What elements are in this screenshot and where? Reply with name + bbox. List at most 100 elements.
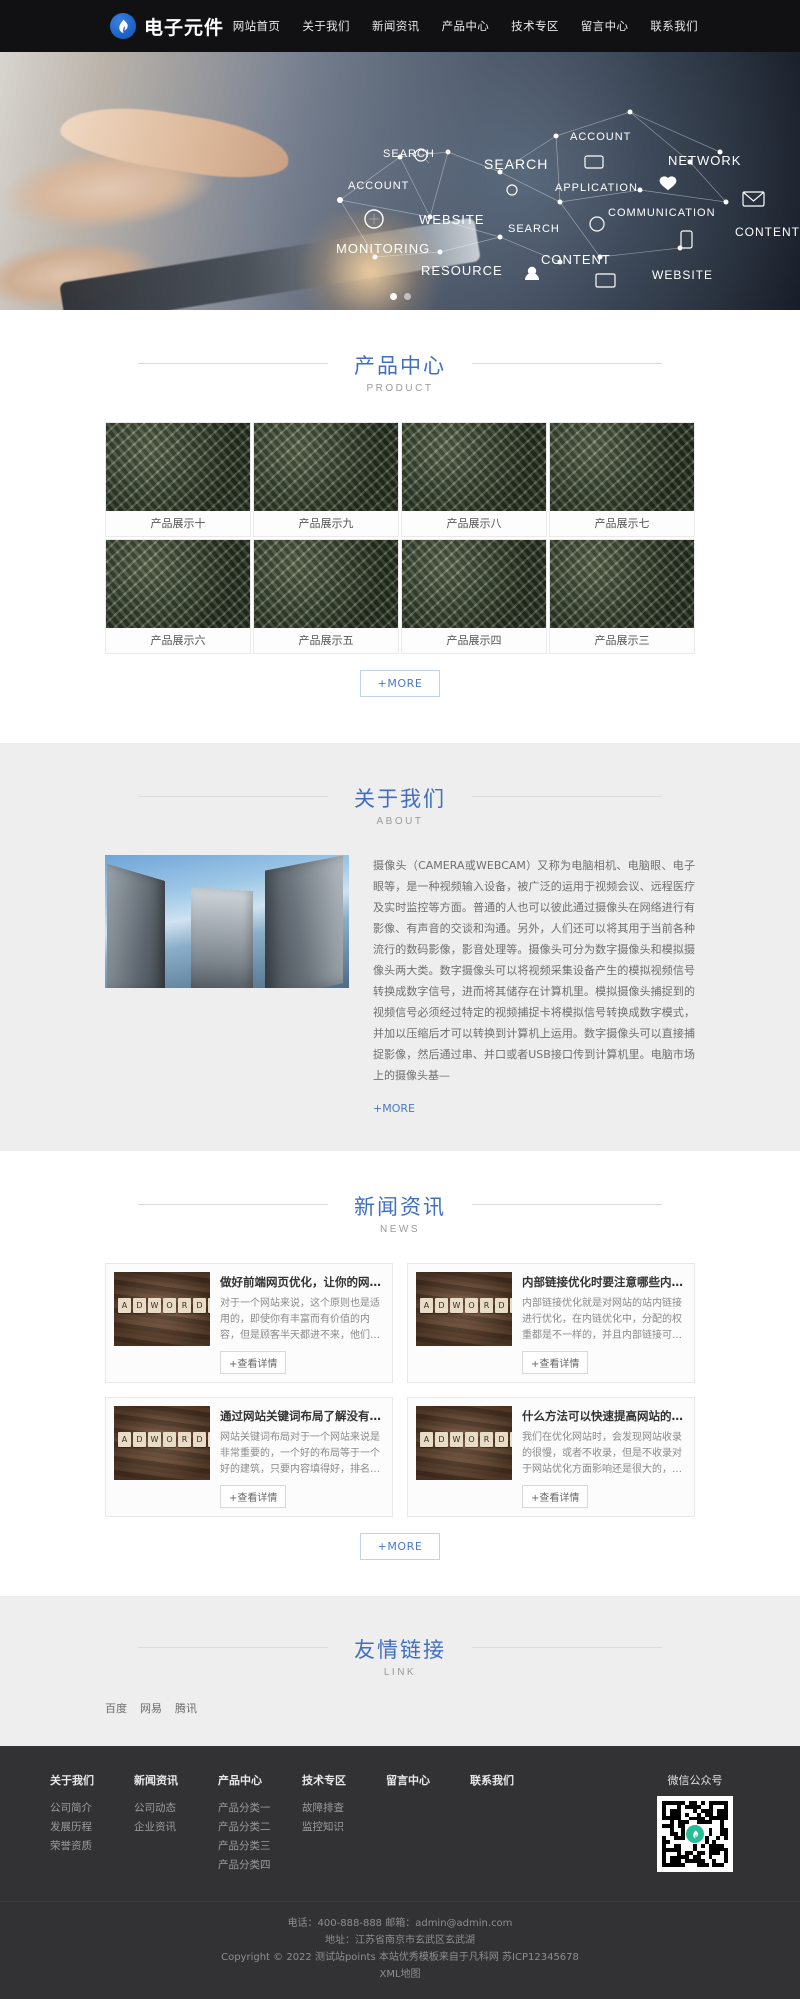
news-card[interactable]: A D W O R D S 通过网站关键词布局了解没有首页排名的... 网站关键… [105,1397,393,1517]
nav-item-contact[interactable]: 联系我们 [650,18,698,34]
footer-link[interactable]: 公司动态 [134,1799,218,1818]
product-name: 产品展示七 [594,517,650,530]
footer-link[interactable]: 产品分类二 [218,1818,302,1837]
news-description: 对于一个网站来说，这个原则也是适用的，即使你有丰富而有价值的内容，但是顾客半天都… [220,1298,380,1341]
banner-label-website-2: WEBSITE [652,268,713,282]
qr-code-image [657,1796,733,1872]
footer-column-products: 产品中心 产品分类一 产品分类二 产品分类三 产品分类四 [218,1772,302,1875]
about-section: 关于我们 ABOUT 摄像头（CAMERA或WEBCAM）又称为电脑相机、电脑眼… [0,743,800,1151]
products-more-button[interactable]: +MORE [359,670,441,697]
footer-link[interactable]: 监控知识 [302,1818,386,1837]
thumb-letter: O [465,1298,478,1313]
product-image [550,423,694,511]
nav-item-message[interactable]: 留言中心 [581,18,629,34]
footer-columns: 关于我们 公司简介 发展历程 荣誉资质 新闻资讯 公司动态 企业资讯 产品中心 … [50,1772,750,1875]
product-card[interactable]: 产品展示六 [105,539,251,654]
banner-label-communication: COMMUNICATION [608,207,716,219]
news-title: 内部链接优化时要注意哪些内容? [522,1275,686,1289]
logo[interactable]: 电子元件 [110,13,224,40]
thumb-letter: R [178,1432,191,1447]
about-more-link[interactable]: +MORE [373,1102,415,1115]
banner-dot-1[interactable] [389,293,397,300]
about-text-block: 摄像头（CAMERA或WEBCAM）又称为电脑相机、电脑眼、电子眼等，是一种视频… [373,855,695,1117]
footer-copyright-line: Copyright © 2022 测试站points 本站优秀模板来自于凡科网 … [221,1952,579,1963]
friendly-link-netease[interactable]: 网易 [140,1700,162,1716]
thumb-letter: D [133,1432,146,1447]
footer-link[interactable]: 发展历程 [50,1818,134,1837]
thumb-letter: D [495,1298,508,1313]
thumb-letter: W [450,1432,463,1447]
product-card[interactable]: 产品展示九 [253,422,399,537]
products-title-cn: 产品中心 [138,350,662,380]
flame-logo-icon [110,13,136,39]
product-card[interactable]: 产品展示八 [401,422,547,537]
product-card[interactable]: 产品展示五 [253,539,399,654]
footer-column-title: 新闻资讯 [134,1774,178,1787]
news-title-en: NEWS [380,1224,420,1235]
footer-link[interactable]: 故障排查 [302,1799,386,1818]
footer-link[interactable]: 产品分类四 [218,1856,302,1875]
banner-label-content-2: CONTENT [541,252,611,267]
news-detail-button[interactable]: +查看详情 [220,1351,287,1374]
links-title-cn: 友情链接 [138,1634,662,1664]
footer-column-title: 产品中心 [218,1774,262,1787]
footer-sitemap-link[interactable]: XML地图 [379,1969,420,1980]
site-header: 电子元件 网站首页 关于我们 新闻资讯 产品中心 技术专区 留言中心 联系我们 [0,0,800,52]
banner-label-account-2: ACCOUNT [348,180,409,192]
nav-item-tech[interactable]: 技术专区 [511,18,559,34]
news-thumbnail: A D W O R D S [416,1406,512,1480]
footer-link[interactable]: 企业资讯 [134,1818,218,1837]
banner-label-resource: RESOURCE [421,263,503,278]
news-description: 网站关键词布局对于一个网站来说是非常重要的，一个好的布局等于一个好的建筑，只要内… [220,1432,380,1475]
news-title: 什么方法可以快速提高网站的收录呢? [522,1409,686,1423]
thumb-letter: D [133,1298,146,1313]
footer-column-title: 关于我们 [50,1774,94,1787]
friendly-link-baidu[interactable]: 百度 [105,1700,127,1716]
news-card[interactable]: A D W O R D S 做好前端网页优化，让你的网站浏览量爆满 对于一个网站… [105,1263,393,1383]
footer-link[interactable]: 产品分类一 [218,1799,302,1818]
about-image [105,855,349,988]
thumb-letter: O [163,1298,176,1313]
banner-label-search-2: SEARCH [383,148,435,160]
news-detail-button[interactable]: +查看详情 [220,1485,287,1508]
thumb-letter: S [208,1432,210,1447]
product-name: 产品展示三 [594,634,650,647]
footer-column-news: 新闻资讯 公司动态 企业资讯 [134,1772,218,1875]
nav-item-products[interactable]: 产品中心 [442,18,490,34]
news-card[interactable]: A D W O R D S 内部链接优化时要注意哪些内容? 内部链接优化就是对网… [407,1263,695,1383]
footer-link[interactable]: 产品分类三 [218,1837,302,1856]
products-title-en: PRODUCT [366,383,434,394]
nav-item-about[interactable]: 关于我们 [302,18,350,34]
product-card[interactable]: 产品展示四 [401,539,547,654]
hero-banner[interactable]: ACCOUNT SEARCH NETWORK SEARCH APPLICATIO… [0,52,800,310]
product-card[interactable]: 产品展示七 [549,422,695,537]
news-title: 做好前端网页优化，让你的网站浏览量爆满 [220,1275,384,1289]
thumb-letter: S [510,1432,512,1447]
thumb-letter: W [148,1298,161,1313]
nav-item-home[interactable]: 网站首页 [233,18,281,34]
banner-label-application: APPLICATION [555,182,638,194]
news-thumbnail: A D W O R D S [416,1272,512,1346]
news-more-button[interactable]: +MORE [359,1533,441,1560]
news-card[interactable]: A D W O R D S 什么方法可以快速提高网站的收录呢? 我们在优化网站时… [407,1397,695,1517]
product-image [106,540,250,628]
banner-dot-2[interactable] [403,293,411,300]
nav-item-news[interactable]: 新闻资讯 [372,18,420,34]
banner-label-website-1: WEBSITE [419,212,485,227]
about-title-en: ABOUT [376,816,424,827]
friendly-link-tencent[interactable]: 腾讯 [175,1700,197,1716]
product-name: 产品展示九 [298,517,354,530]
product-card[interactable]: 产品展示三 [549,539,695,654]
footer-link[interactable]: 公司简介 [50,1799,134,1818]
product-grid: 产品展示十 产品展示九 产品展示八 产品展示七 产品展示六 产品展示五 产品展示… [105,422,695,654]
banner-pagination[interactable] [0,293,800,300]
thumb-letter: O [465,1432,478,1447]
product-card[interactable]: 产品展示十 [105,422,251,537]
footer-link[interactable]: 荣誉资质 [50,1837,134,1856]
news-section: 新闻资讯 NEWS A D W O R D S 做好前端网页优化，让 [0,1151,800,1596]
news-detail-button[interactable]: +查看详情 [522,1351,589,1374]
news-detail-button[interactable]: +查看详情 [522,1485,589,1508]
wechat-qr-block: 微信公众号 [640,1772,750,1875]
thumb-letter: A [420,1432,433,1447]
network-graphic: ACCOUNT SEARCH NETWORK SEARCH APPLICATIO… [336,109,799,288]
